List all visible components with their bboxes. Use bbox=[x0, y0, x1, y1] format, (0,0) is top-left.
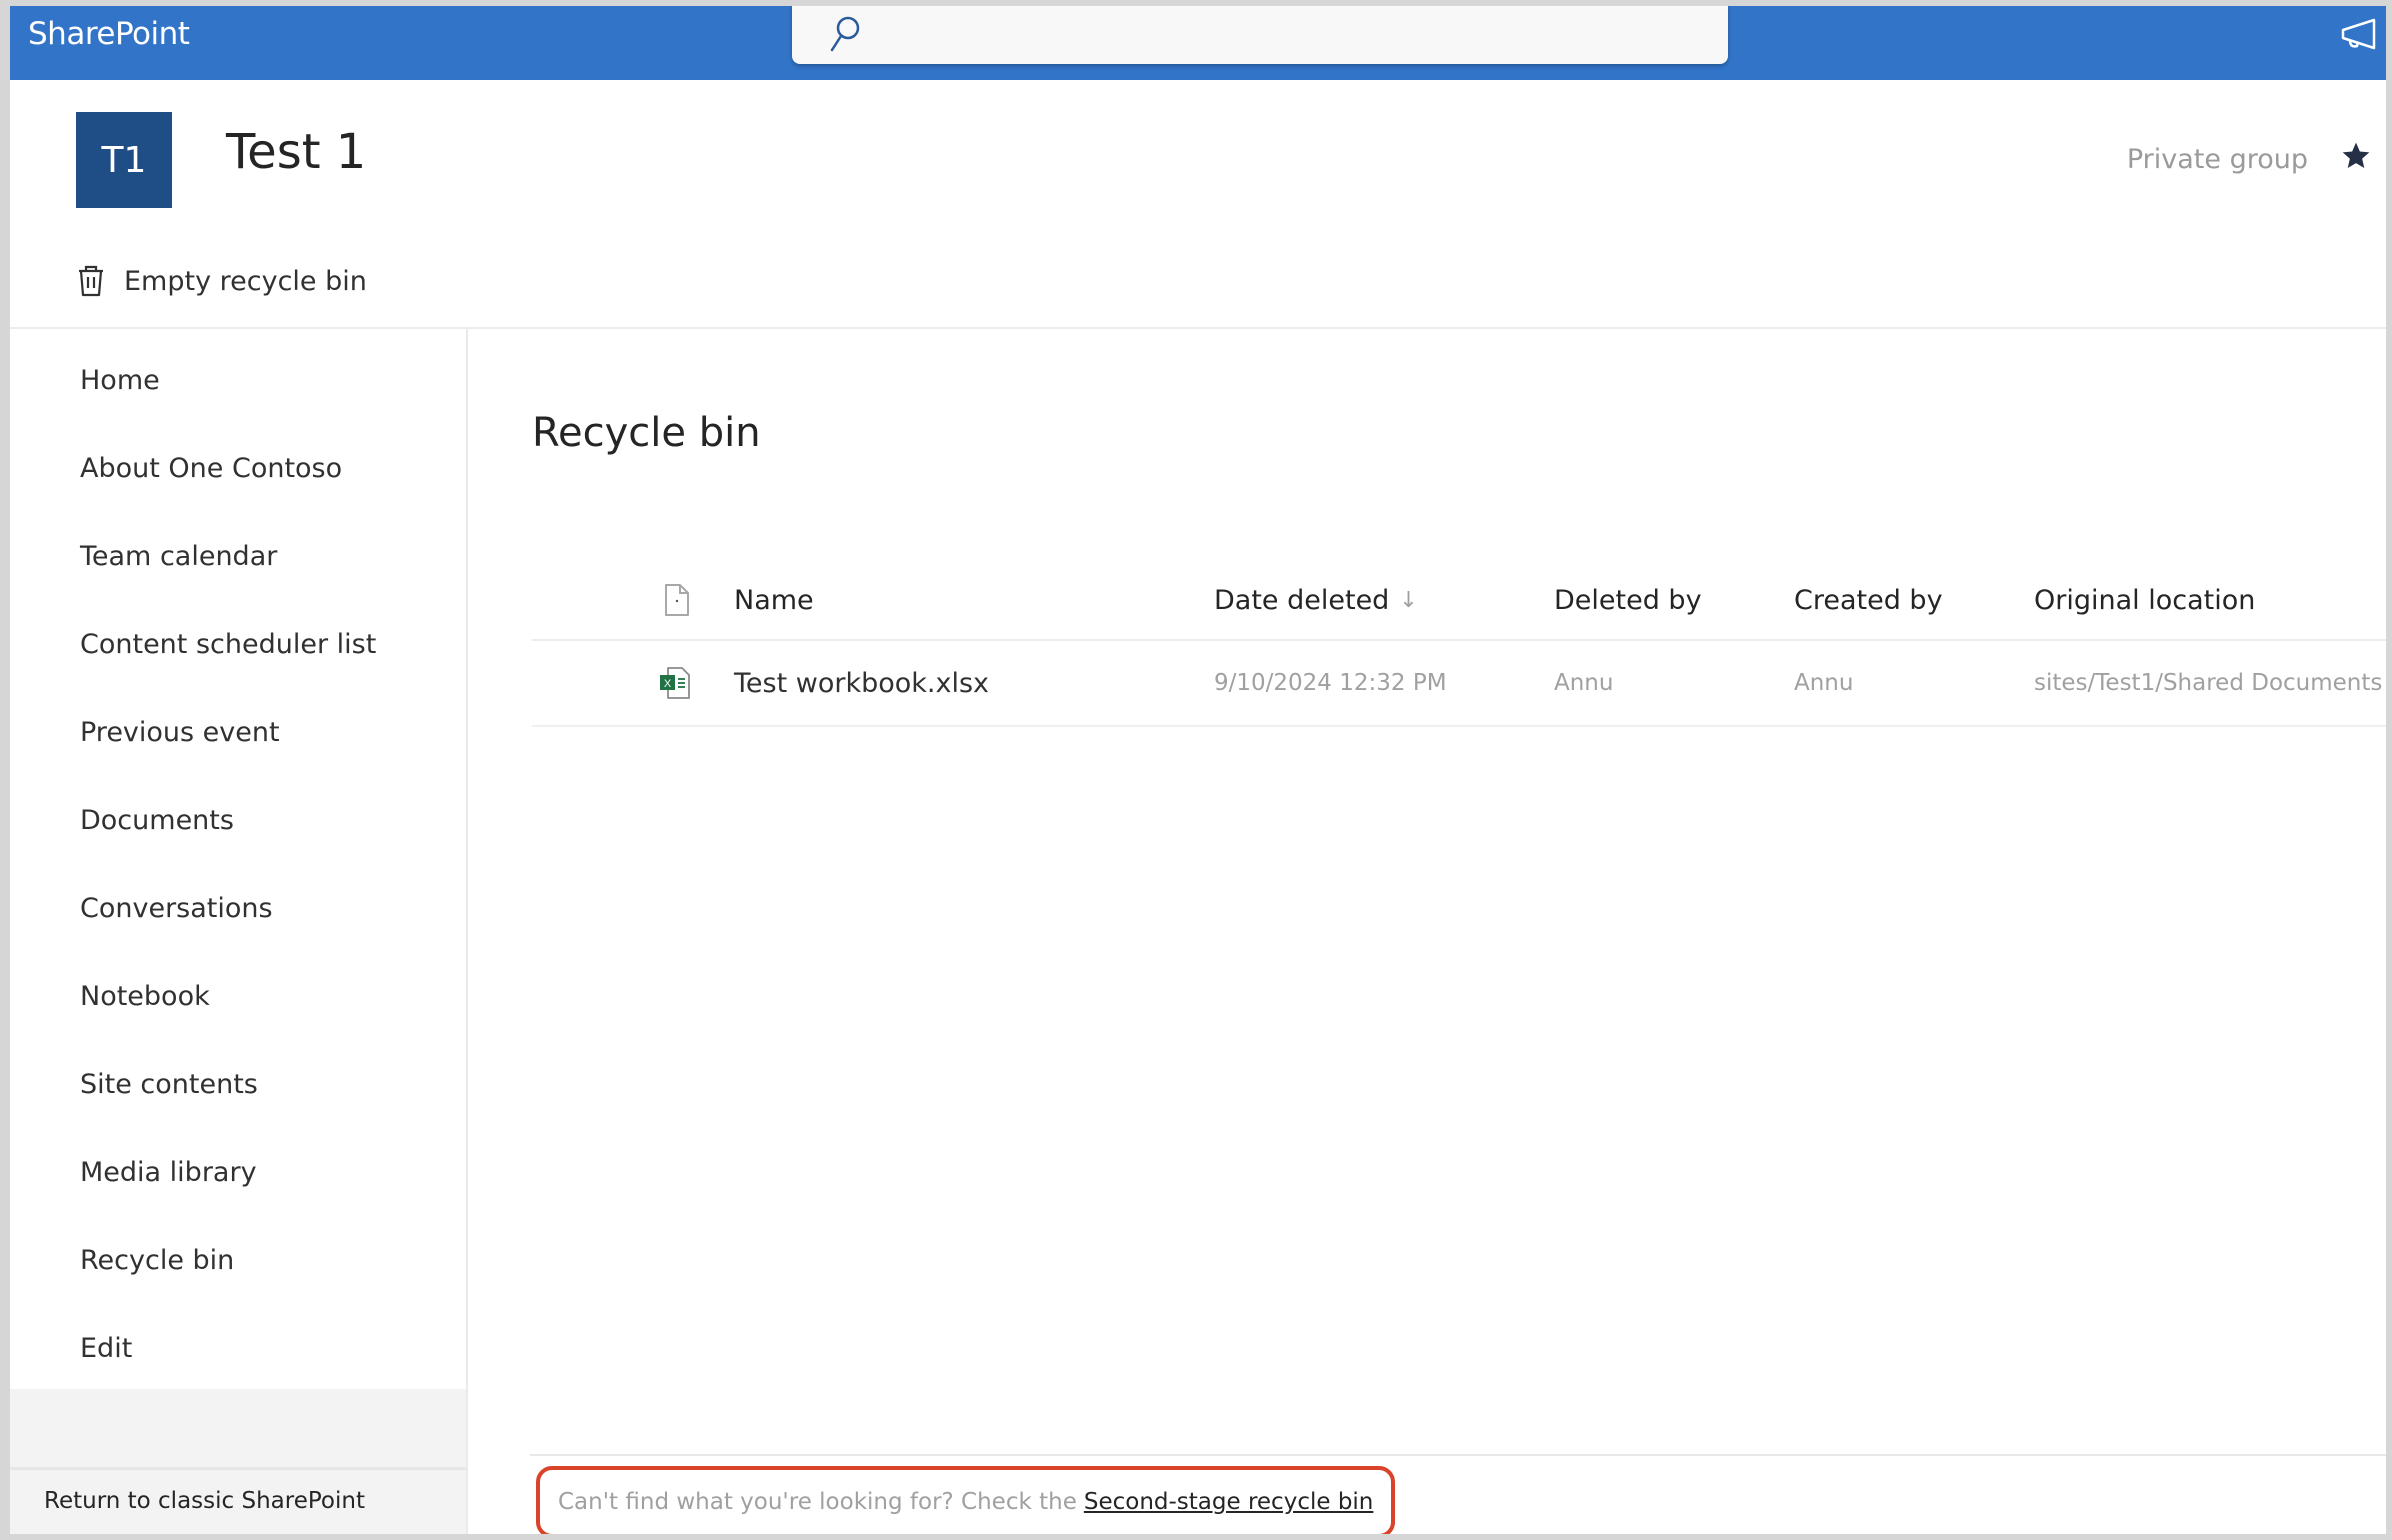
footer-divider bbox=[530, 1454, 2386, 1456]
sidebar-item-previous-event[interactable]: Previous event bbox=[80, 717, 280, 748]
created-by: Annu bbox=[1794, 670, 1854, 696]
sidebar-item-home[interactable]: Home bbox=[80, 365, 160, 396]
deleted-by: Annu bbox=[1554, 670, 1614, 696]
sidebar-nav: Home About One Contoso Team calendar Con… bbox=[10, 329, 468, 1534]
table-row[interactable]: X Test workbook.xlsx 9/10/2024 12:32 PM … bbox=[532, 641, 2386, 727]
column-header-date-deleted-label: Date deleted bbox=[1214, 584, 1390, 616]
column-header-original-location[interactable]: Original location bbox=[2034, 561, 2255, 639]
column-header-created-by[interactable]: Created by bbox=[1794, 561, 1943, 639]
page-title: Recycle bin bbox=[532, 410, 761, 456]
second-stage-message: Can't find what you're looking for? Chec… bbox=[536, 1466, 1396, 1534]
megaphone-icon[interactable] bbox=[2340, 18, 2378, 52]
original-location: sites/Test1/Shared Documents bbox=[2034, 670, 2383, 696]
app-brand[interactable]: SharePoint bbox=[28, 16, 190, 52]
sidebar-item-conversations[interactable]: Conversations bbox=[80, 893, 273, 924]
star-icon[interactable] bbox=[2340, 140, 2372, 172]
second-stage-recycle-bin-link[interactable]: Second-stage recycle bin bbox=[1084, 1489, 1374, 1515]
search-box[interactable] bbox=[792, 6, 1728, 64]
sidebar-item-team-calendar[interactable]: Team calendar bbox=[80, 541, 277, 572]
search-icon bbox=[830, 16, 860, 52]
return-classic-section: Return to classic SharePoint bbox=[10, 1467, 466, 1534]
sidebar-item-about-one-contoso[interactable]: About One Contoso bbox=[80, 453, 342, 484]
sidebar-item-recycle-bin[interactable]: Recycle bin bbox=[80, 1245, 234, 1276]
site-title[interactable]: Test 1 bbox=[226, 124, 366, 180]
empty-recycle-bin-label: Empty recycle bin bbox=[124, 265, 367, 297]
sort-descending-icon: ↓ bbox=[1399, 587, 1418, 613]
sidebar-item-content-scheduler-list[interactable]: Content scheduler list bbox=[80, 629, 376, 660]
svg-text:X: X bbox=[664, 678, 672, 690]
table-header: Name Date deleted ↓ Deleted by Created b… bbox=[532, 561, 2386, 641]
trash-icon bbox=[79, 265, 103, 297]
column-header-name[interactable]: Name bbox=[734, 561, 814, 639]
file-type-column-header[interactable] bbox=[664, 561, 690, 639]
sidebar-item-media-library[interactable]: Media library bbox=[80, 1157, 257, 1188]
file-name[interactable]: Test workbook.xlsx bbox=[734, 641, 989, 725]
column-header-deleted-by[interactable]: Deleted by bbox=[1554, 561, 1702, 639]
sidebar-item-site-contents[interactable]: Site contents bbox=[80, 1069, 258, 1100]
recycle-bin-table: Name Date deleted ↓ Deleted by Created b… bbox=[532, 561, 2386, 727]
column-header-date-deleted[interactable]: Date deleted ↓ bbox=[1214, 561, 1418, 639]
return-to-classic-link[interactable]: Return to classic SharePoint bbox=[44, 1488, 365, 1514]
page-frame: SharePoint T1 Test 1 Private group Empty… bbox=[10, 6, 2386, 1534]
file-icon bbox=[665, 584, 689, 616]
excel-file-icon: X bbox=[658, 641, 692, 725]
site-logo[interactable]: T1 bbox=[76, 112, 172, 208]
sidebar-item-edit[interactable]: Edit bbox=[80, 1333, 132, 1364]
sidebar-item-notebook[interactable]: Notebook bbox=[80, 981, 210, 1012]
empty-recycle-bin-button[interactable]: Empty recycle bin bbox=[76, 264, 367, 298]
privacy-label: Private group bbox=[2126, 144, 2308, 175]
sidebar-item-documents[interactable]: Documents bbox=[80, 805, 234, 836]
date-deleted: 9/10/2024 12:32 PM bbox=[1214, 670, 1447, 696]
suite-bar: SharePoint bbox=[10, 6, 2386, 80]
second-stage-text: Can't find what you're looking for? Chec… bbox=[558, 1489, 1077, 1515]
